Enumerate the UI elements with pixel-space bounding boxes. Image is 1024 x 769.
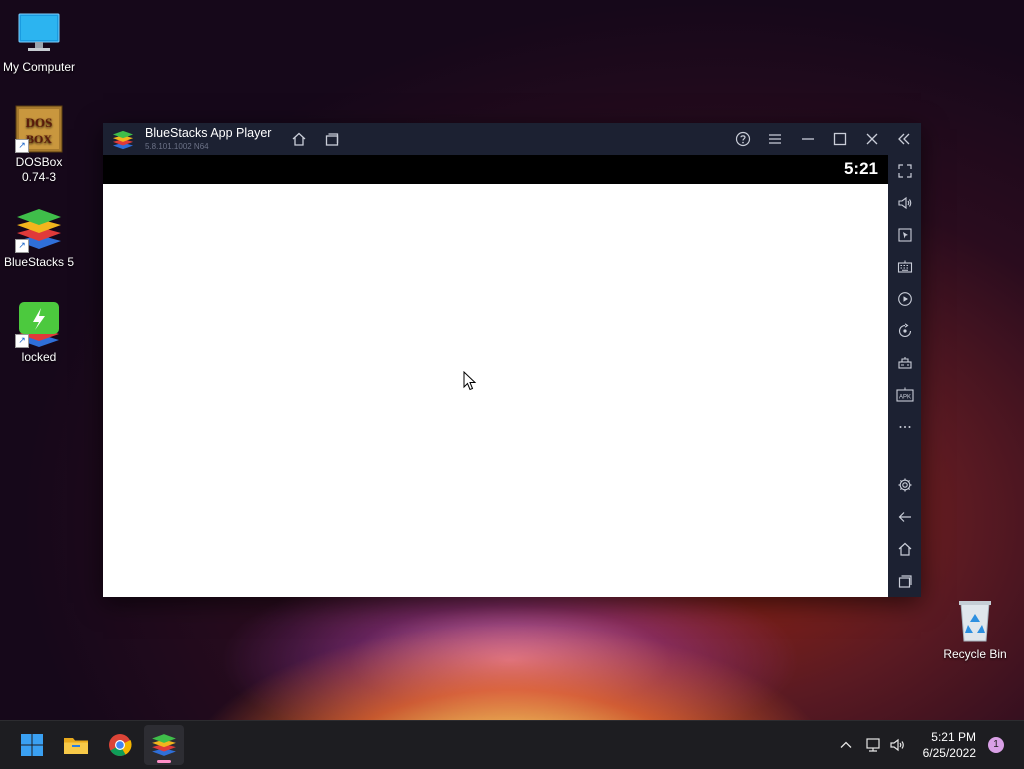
- chrome-button[interactable]: [100, 725, 140, 765]
- recent-apps-button[interactable]: [894, 570, 916, 592]
- multi-instance-button[interactable]: [322, 129, 342, 149]
- home-button[interactable]: [289, 129, 309, 149]
- android-home-button[interactable]: [894, 538, 916, 560]
- shortcut-arrow-icon: ↗: [15, 239, 29, 253]
- keyboard-icon: [897, 260, 913, 273]
- desktop-icon-dosbox[interactable]: DOS BOX ↗ DOSBox 0.74-3: [1, 105, 77, 185]
- android-status-bar: 5:21: [103, 155, 888, 184]
- game-controls-button[interactable]: [894, 352, 916, 374]
- svg-text:BOX: BOX: [26, 132, 52, 146]
- start-icon: [21, 734, 43, 756]
- menu-button[interactable]: [765, 129, 785, 149]
- bluestacks-icon: [152, 734, 176, 756]
- desktop-icon-bluestacks[interactable]: ↗ BlueStacks 5: [1, 205, 77, 270]
- android-clock: 5:21: [843, 159, 878, 178]
- pointer-icon: [898, 228, 912, 242]
- bluestacks-logo-icon: [112, 129, 134, 151]
- home-icon: [898, 542, 912, 556]
- right-sidebar: APK: [888, 155, 921, 597]
- install-apk-button[interactable]: APK: [894, 384, 916, 406]
- volume-icon: [890, 738, 904, 752]
- volume-button[interactable]: [894, 192, 916, 214]
- settings-button[interactable]: [894, 474, 916, 496]
- start-button[interactable]: [12, 725, 52, 765]
- bluestacks-icon: ↗: [15, 205, 63, 253]
- close-icon: [866, 133, 878, 145]
- monitor-icon: [15, 10, 63, 58]
- controls-icon: [898, 357, 912, 369]
- title-bar[interactable]: BlueStacks App Player 5.8.101.1002 N64: [103, 123, 921, 155]
- desktop-icon-label: locked: [21, 350, 57, 364]
- taskbar: 5:21 PM 6/25/2022 1: [0, 720, 1024, 769]
- file-explorer-icon: [64, 738, 88, 754]
- keyboard-button[interactable]: [894, 256, 916, 278]
- macro-icon: [898, 292, 912, 306]
- collapse-sidebar-icon: [898, 133, 910, 145]
- desktop-icon-label: DOSBox: [15, 155, 63, 169]
- network-icon: [866, 738, 880, 752]
- dosbox-icon: DOS BOX ↗: [15, 105, 63, 153]
- recent-apps-icon: [898, 575, 912, 588]
- shortcut-arrow-icon: ↗: [15, 334, 29, 348]
- desktop-icon-label: Recycle Bin: [943, 647, 1007, 661]
- fullscreen-icon: [898, 164, 912, 178]
- notification-badge[interactable]: 1: [988, 737, 1004, 753]
- desktop-icon-recycle-bin[interactable]: Recycle Bin: [937, 597, 1013, 662]
- active-indicator: [157, 760, 171, 763]
- volume-tray-button[interactable]: [887, 733, 909, 757]
- recycle-bin-icon: [951, 597, 999, 645]
- apk-icon-label: APK: [899, 395, 911, 401]
- desktop-icon-label: My Computer: [2, 60, 76, 74]
- maximize-button[interactable]: [830, 129, 850, 149]
- taskbar-date: 6/25/2022: [922, 746, 976, 760]
- menu-icon: [769, 134, 781, 144]
- back-button[interactable]: [894, 506, 916, 528]
- desktop-icon-label: BlueStacks 5: [3, 255, 75, 269]
- chevron-up-icon: [840, 741, 852, 748]
- bluestacks-taskbar-button[interactable]: [144, 725, 184, 765]
- apk-icon: APK: [896, 387, 914, 402]
- more-button[interactable]: [894, 416, 916, 438]
- macro-button[interactable]: [894, 288, 916, 310]
- shortcut-arrow-icon: ↗: [15, 139, 29, 153]
- bluestacks-green-icon: ↗: [15, 300, 63, 348]
- show-hidden-icons-button[interactable]: [836, 733, 856, 757]
- help-icon: [735, 131, 751, 147]
- rotate-icon: [898, 323, 912, 338]
- maximize-icon: [833, 132, 847, 146]
- back-icon: [898, 512, 911, 522]
- fullscreen-button[interactable]: [894, 160, 916, 182]
- rotate-button[interactable]: [894, 320, 916, 342]
- taskbar-clock[interactable]: 5:21 PM 6/25/2022: [923, 729, 976, 761]
- network-button[interactable]: [862, 733, 884, 757]
- collapse-sidebar-button[interactable]: [894, 129, 914, 149]
- close-button[interactable]: [862, 129, 882, 149]
- minimize-icon: [802, 138, 814, 140]
- android-screen[interactable]: [103, 184, 888, 597]
- bluestacks-window[interactable]: BlueStacks App Player 5.8.101.1002 N64 5…: [103, 123, 921, 597]
- desktop-icon-label-version: 0.74-3: [21, 170, 57, 184]
- settings-icon: [898, 478, 912, 492]
- more-icon: [899, 426, 911, 428]
- window-version: 5.8.101.1002 N64: [145, 142, 209, 151]
- mouse-cursor-icon: [463, 370, 477, 396]
- desktop-icon-locked[interactable]: ↗ locked: [1, 300, 77, 365]
- pointer-lock-button[interactable]: [894, 224, 916, 246]
- minimize-button[interactable]: [798, 129, 818, 149]
- window-title: BlueStacks App Player: [145, 126, 272, 140]
- chrome-icon: [109, 734, 132, 756]
- home-icon: [292, 132, 306, 146]
- desktop-icon-my-computer[interactable]: My Computer: [1, 10, 77, 75]
- taskbar-time: 5:21 PM: [931, 730, 976, 744]
- file-explorer-button[interactable]: [56, 725, 96, 765]
- multi-instance-icon: [325, 133, 339, 146]
- help-button[interactable]: [733, 129, 753, 149]
- svg-text:DOS: DOS: [26, 115, 53, 130]
- volume-icon: [898, 196, 912, 210]
